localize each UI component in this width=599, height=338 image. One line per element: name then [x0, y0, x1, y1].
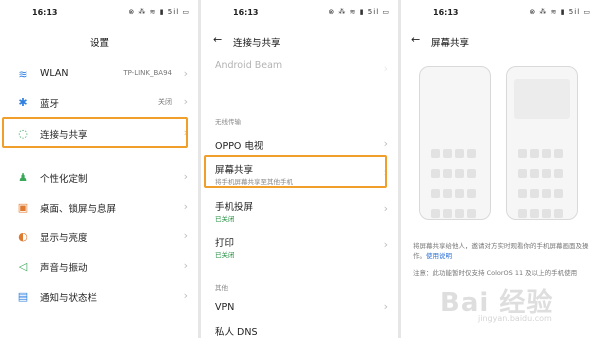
list-item-android-beam: Android Beam › [201, 58, 398, 88]
chevron-right-icon: › [183, 170, 188, 183]
chevron-right-icon: › [183, 259, 188, 272]
list-item-status: 已关闭 [215, 215, 235, 223]
chevron-right-icon: › [183, 289, 188, 302]
settings-item-label: 声音与振动 [40, 263, 88, 274]
status-time: 16:13 [433, 8, 459, 17]
list-item-label: OPPO 电视 [215, 141, 264, 152]
highlight-box [204, 155, 387, 188]
phone-illustration-receiver [506, 66, 578, 220]
personalize-icon: ♟ [18, 171, 28, 184]
chevron-right-icon: › [183, 95, 188, 108]
list-item-status: 已关闭 [215, 251, 235, 259]
chevron-right-icon: › [183, 67, 188, 80]
settings-item-value: 关闭 [158, 98, 172, 106]
settings-item-value: TP-LINK_BA94 [123, 69, 172, 77]
display-brightness-icon: ◐ [18, 230, 28, 243]
phone-illustration-sender [419, 66, 491, 220]
chevron-right-icon: › [183, 229, 188, 242]
list-item-private-dns[interactable]: 私人 DNS [201, 320, 398, 338]
settings-item-label: 个性化定制 [40, 174, 88, 185]
status-bar: 16:13 ⊗ ⁂ ≋ ▮ 5il ▭ [0, 8, 198, 20]
connection-share-panel: 16:13 ⊗ ⁂ ≋ ▮ 5il ▭ ← 连接与共享 Android Beam… [201, 0, 398, 338]
settings-item-label: 蓝牙 [40, 99, 60, 110]
settings-item-label: 桌面、锁屏与息屏 [40, 204, 117, 215]
settings-item-bluetooth[interactable]: ✱ 蓝牙 关闭 › [0, 89, 198, 117]
list-item-label: 打印 [215, 238, 235, 249]
app-grid-illustration [431, 149, 481, 229]
back-arrow-icon[interactable]: ← [411, 33, 420, 46]
highlight-box [2, 117, 188, 148]
chevron-right-icon: › [183, 200, 188, 213]
section-header: 无线传输 [215, 118, 241, 126]
settings-item-label: 通知与状态栏 [40, 293, 98, 304]
status-time: 16:13 [233, 8, 259, 17]
app-grid-illustration [518, 149, 568, 229]
chevron-right-icon: › [383, 202, 388, 215]
page-title: 屏幕共享 [431, 38, 470, 49]
list-item-oppo-tv[interactable]: OPPO 电视 › [201, 134, 398, 156]
chevron-right-icon: › [383, 62, 388, 75]
settings-item-wlan[interactable]: ≋ WLAN TP-LINK_BA94 › [0, 61, 198, 89]
settings-item-sound[interactable]: ◁ 声音与振动 › [0, 253, 198, 281]
bluetooth-icon: ✱ [18, 96, 28, 109]
chevron-right-icon: › [383, 238, 388, 251]
settings-item-personalize[interactable]: ♟ 个性化定制 › [0, 164, 198, 192]
wifi-icon: ≋ [18, 68, 28, 81]
notification-bar-icon: ▤ [17, 290, 29, 303]
status-icons: ⊗ ⁂ ≋ ▮ 5il ▭ [128, 8, 190, 16]
list-item-label: Android Beam [215, 60, 283, 71]
list-item-label: 私人 DNS [215, 327, 258, 338]
settings-panel: 16:13 ⊗ ⁂ ≋ ▮ 5il ▭ 设置 ≋ WLAN TP-LINK_BA… [0, 0, 198, 338]
back-arrow-icon[interactable]: ← [213, 33, 222, 46]
list-item-vpn[interactable]: VPN › [201, 298, 398, 318]
screen-share-note: 注意：此功能暂时仅支持 ColorOS 11 及以上的手机使用 [413, 269, 578, 277]
chevron-right-icon: › [383, 137, 388, 150]
list-item-screen-cast[interactable]: 手机投屏 已关闭 › [201, 196, 398, 224]
list-item-label: 手机投屏 [215, 202, 254, 213]
chevron-right-icon: › [383, 300, 388, 313]
list-item-label: VPN [215, 302, 235, 313]
status-time: 16:13 [32, 8, 58, 17]
page-title: 连接与共享 [233, 38, 281, 49]
desktop-lock-icon: ▣ [17, 201, 29, 214]
status-icons: ⊗ ⁂ ≋ ▮ 5il ▭ [529, 8, 591, 16]
usage-instructions-link[interactable]: 使用说明 [426, 252, 452, 260]
shared-screen-illustration [514, 79, 570, 119]
status-bar: 16:13 ⊗ ⁂ ≋ ▮ 5il ▭ [401, 8, 599, 20]
settings-item-label: 显示与亮度 [40, 233, 88, 244]
watermark-url: jingyan.baidu.com [478, 314, 552, 323]
list-item-print[interactable]: 打印 已关闭 › [201, 232, 398, 260]
settings-item-notification[interactable]: ▤ 通知与状态栏 › [0, 283, 198, 311]
sound-vibration-icon: ◁ [18, 260, 28, 273]
screen-share-description: 将屏幕共享给他人，邀请对方实时观看你的手机屏幕画面及操作。使用说明 [413, 241, 593, 261]
settings-item-display[interactable]: ◐ 显示与亮度 › [0, 223, 198, 251]
page-title: 设置 [90, 38, 110, 49]
status-bar: 16:13 ⊗ ⁂ ≋ ▮ 5il ▭ [201, 8, 398, 20]
section-header: 其他 [215, 284, 228, 292]
settings-item-label: WLAN [40, 68, 69, 79]
status-icons: ⊗ ⁂ ≋ ▮ 5il ▭ [328, 8, 390, 16]
settings-item-desktop-lock[interactable]: ▣ 桌面、锁屏与息屏 › [0, 194, 198, 222]
